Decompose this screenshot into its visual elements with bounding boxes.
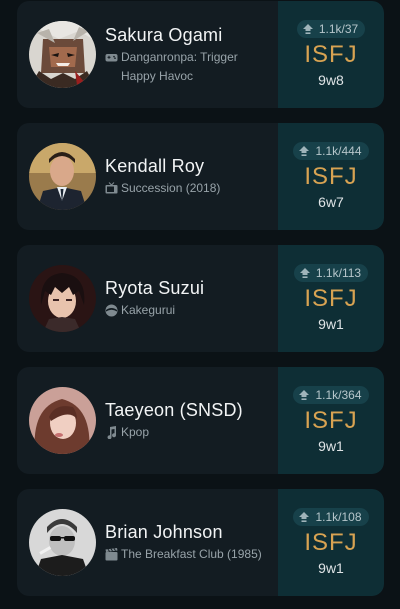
avatar[interactable] bbox=[29, 143, 96, 210]
personality-type: ISFJ bbox=[304, 407, 358, 434]
character-name[interactable]: Taeyeon (SNSD) bbox=[105, 399, 275, 421]
avatar[interactable] bbox=[29, 509, 96, 576]
source-title[interactable]: Danganronpa: Trigger Happy Havoc bbox=[121, 48, 275, 86]
source-title[interactable]: Kpop bbox=[121, 423, 275, 442]
type-panel[interactable]: 1.1k/364 ISFJ 9w1 bbox=[278, 367, 384, 474]
music-icon bbox=[105, 426, 118, 439]
avatar[interactable] bbox=[29, 387, 96, 454]
profile-card-brian-johnson[interactable]: Brian Johnson The Breakfast Club (1985) … bbox=[17, 489, 384, 596]
vote-count-badge: 1.1k/113 bbox=[293, 264, 369, 282]
type-panel[interactable]: 1.1k/444 ISFJ 6w7 bbox=[278, 123, 384, 230]
vote-count: 1.1k/37 bbox=[318, 22, 359, 36]
personality-type: ISFJ bbox=[304, 163, 358, 190]
profile-card-sakura-ogami[interactable]: Sakura Ogami Danganronpa: Trigger Happy … bbox=[17, 1, 384, 108]
type-panel[interactable]: 1.1k/37 ISFJ 9w8 bbox=[278, 1, 384, 108]
movie-icon bbox=[105, 548, 118, 561]
profile-info-area[interactable]: Taeyeon (SNSD) Kpop bbox=[17, 367, 278, 474]
game-controller-icon bbox=[105, 51, 118, 64]
profile-info-area[interactable]: Sakura Ogami Danganronpa: Trigger Happy … bbox=[17, 1, 278, 108]
type-panel[interactable]: 1.1k/113 ISFJ 9w1 bbox=[278, 245, 384, 352]
personality-type: ISFJ bbox=[304, 285, 358, 312]
vote-count: 1.1k/108 bbox=[315, 510, 362, 524]
avatar[interactable] bbox=[29, 21, 96, 88]
character-source[interactable]: The Breakfast Club (1985) bbox=[105, 545, 275, 564]
source-title[interactable]: The Breakfast Club (1985) bbox=[121, 545, 275, 564]
character-name[interactable]: Kendall Roy bbox=[105, 155, 275, 177]
enneagram-type: 9w1 bbox=[318, 316, 344, 332]
profile-info-area[interactable]: Ryota Suzui Kakegurui bbox=[17, 245, 278, 352]
profile-info-area[interactable]: Kendall Roy Succession (2018) bbox=[17, 123, 278, 230]
character-name[interactable]: Brian Johnson bbox=[105, 521, 275, 543]
profile-card-taeyeon-snsd[interactable]: Taeyeon (SNSD) Kpop 1.1k/364 ISFJ 9w1 bbox=[17, 367, 384, 474]
profile-card-kendall-roy[interactable]: Kendall Roy Succession (2018) 1.1k/444 I… bbox=[17, 123, 384, 230]
enneagram-type: 9w1 bbox=[318, 560, 344, 576]
enneagram-type: 9w8 bbox=[318, 72, 344, 88]
type-panel[interactable]: 1.1k/108 ISFJ 9w1 bbox=[278, 489, 384, 596]
character-name[interactable]: Sakura Ogami bbox=[105, 24, 275, 46]
vote-count-badge: 1.1k/444 bbox=[293, 142, 369, 160]
avatar[interactable] bbox=[29, 265, 96, 332]
profile-info-area[interactable]: Brian Johnson The Breakfast Club (1985) bbox=[17, 489, 278, 596]
profile-list: Sakura Ogami Danganronpa: Trigger Happy … bbox=[0, 0, 400, 609]
vote-icon bbox=[298, 511, 310, 523]
vote-icon bbox=[299, 267, 311, 279]
personality-type: ISFJ bbox=[304, 529, 358, 556]
character-source[interactable]: Kakegurui bbox=[105, 301, 275, 320]
anime-icon bbox=[105, 304, 118, 317]
vote-count: 1.1k/444 bbox=[315, 144, 362, 158]
vote-icon bbox=[302, 23, 314, 35]
source-title[interactable]: Succession (2018) bbox=[121, 179, 275, 198]
vote-count: 1.1k/364 bbox=[315, 388, 362, 402]
vote-count-badge: 1.1k/108 bbox=[293, 508, 369, 526]
personality-type: ISFJ bbox=[304, 41, 358, 68]
vote-count: 1.1k/113 bbox=[315, 266, 362, 280]
enneagram-type: 6w7 bbox=[318, 194, 344, 210]
enneagram-type: 9w1 bbox=[318, 438, 344, 454]
profile-card-ryota-suzui[interactable]: Ryota Suzui Kakegurui 1.1k/113 ISFJ 9w1 bbox=[17, 245, 384, 352]
character-source[interactable]: Danganronpa: Trigger Happy Havoc bbox=[105, 48, 275, 86]
source-title[interactable]: Kakegurui bbox=[121, 301, 275, 320]
tv-icon bbox=[105, 182, 118, 195]
vote-icon bbox=[298, 145, 310, 157]
character-name[interactable]: Ryota Suzui bbox=[105, 277, 275, 299]
character-source[interactable]: Succession (2018) bbox=[105, 179, 275, 198]
character-source[interactable]: Kpop bbox=[105, 423, 275, 442]
vote-icon bbox=[298, 389, 310, 401]
vote-count-badge: 1.1k/37 bbox=[296, 20, 366, 38]
vote-count-badge: 1.1k/364 bbox=[293, 386, 369, 404]
